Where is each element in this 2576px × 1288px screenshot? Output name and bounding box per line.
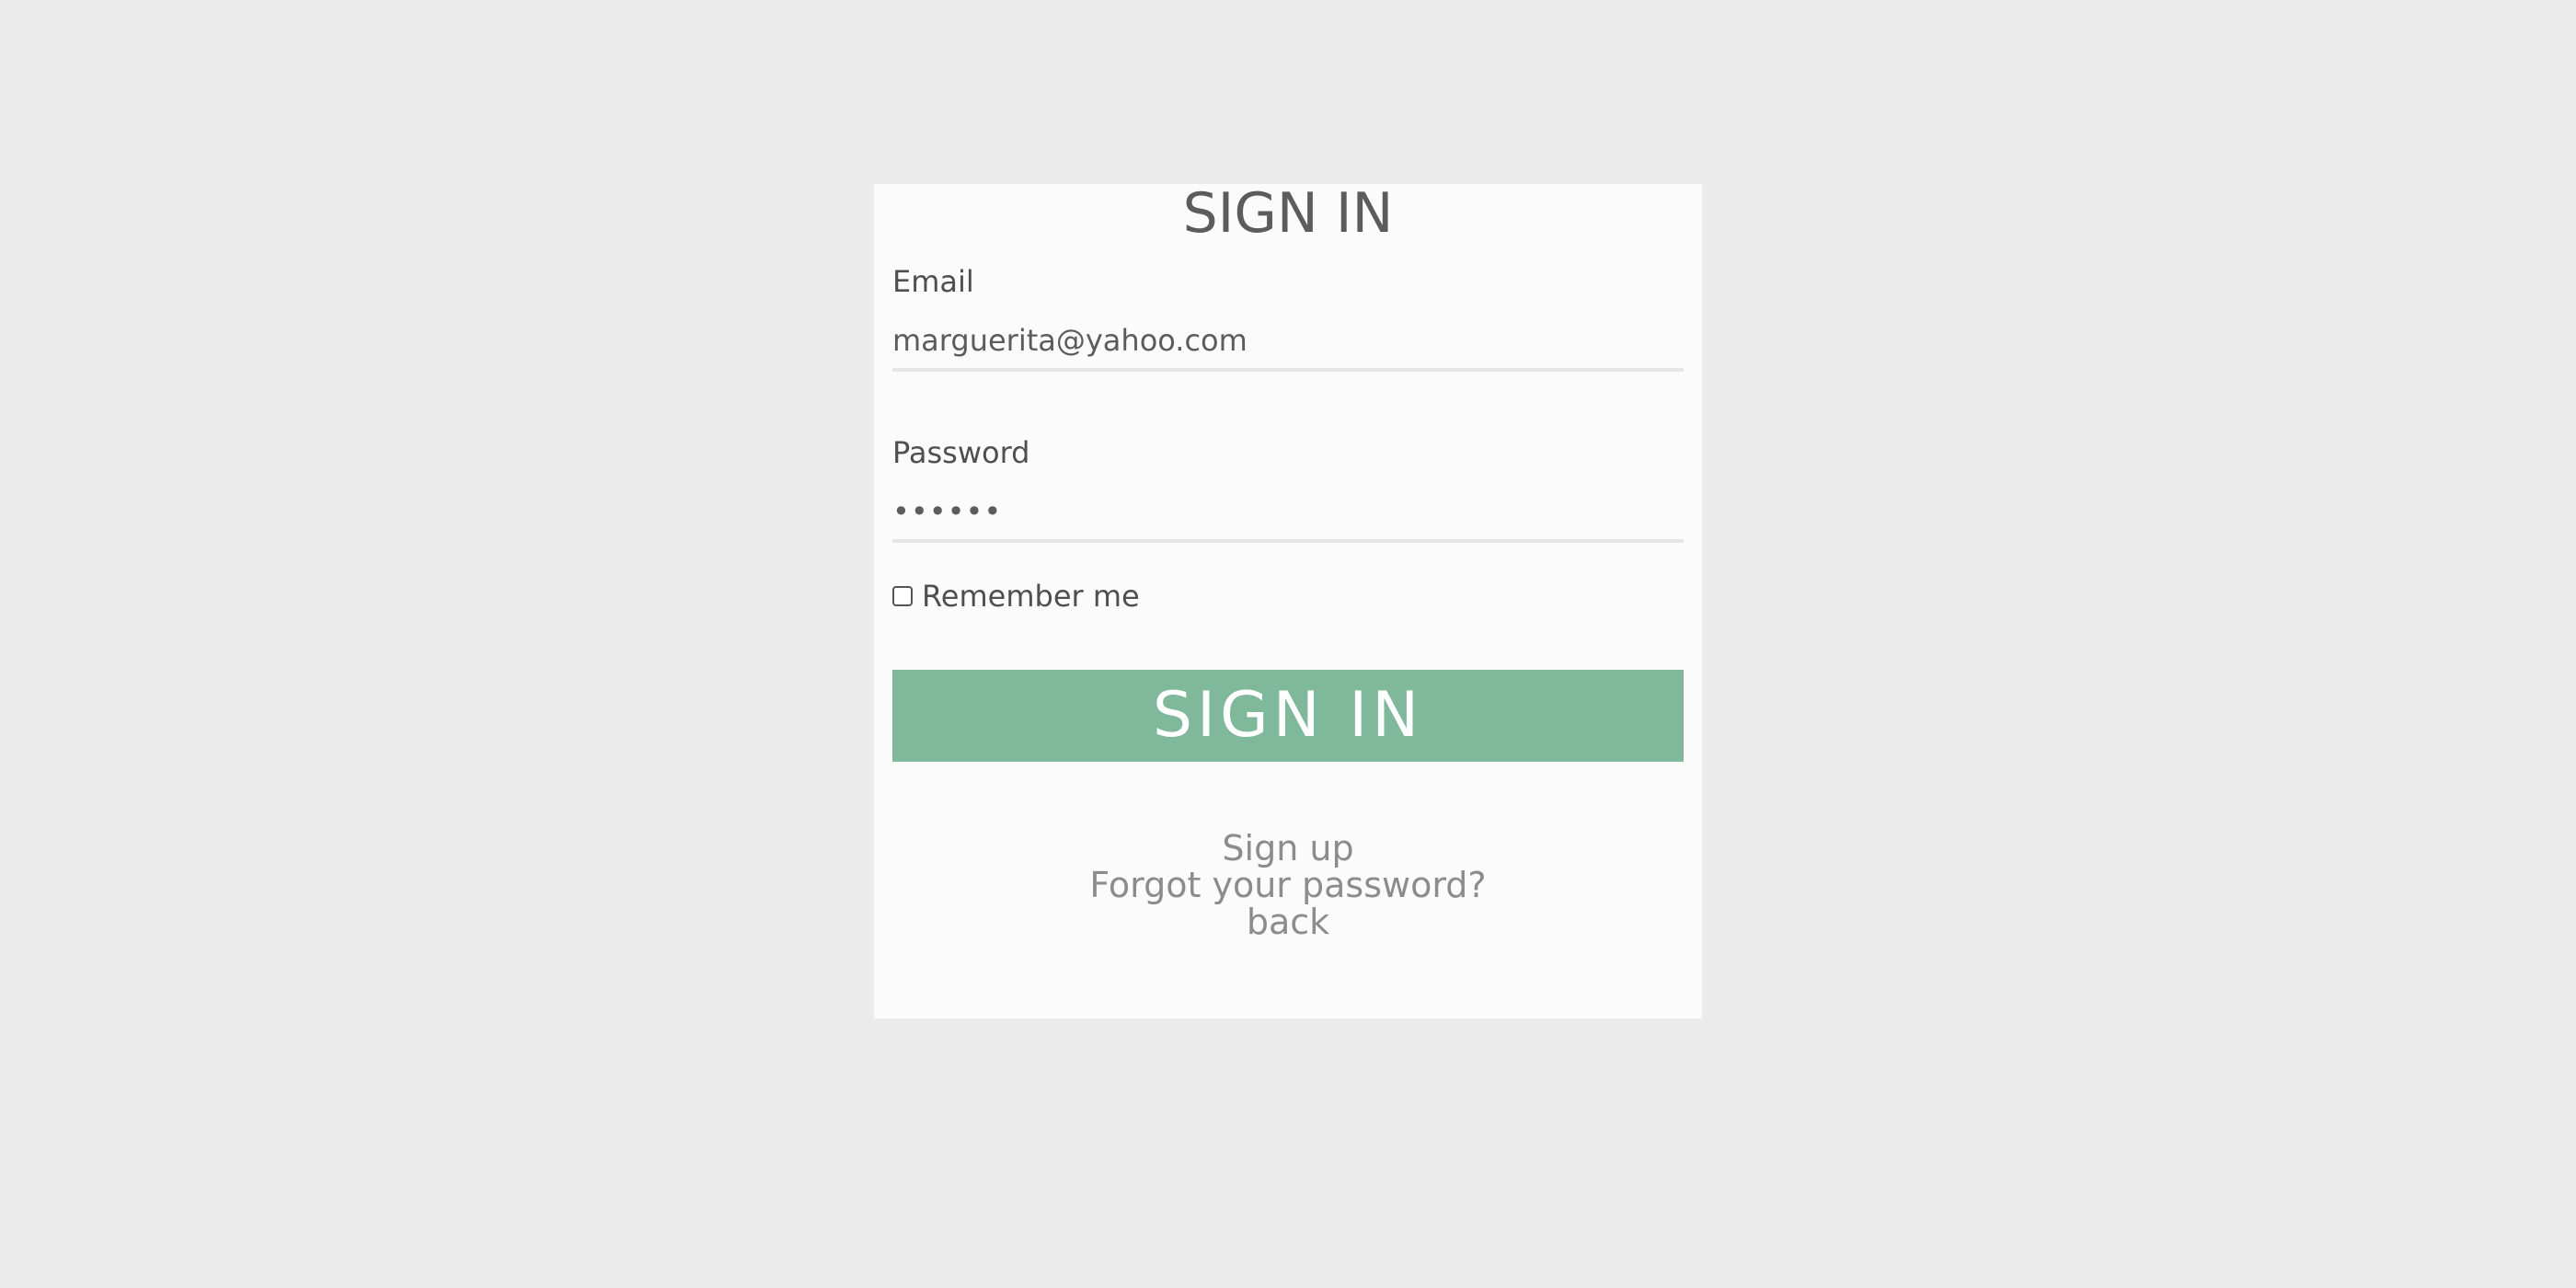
auth-links: Sign up Forgot your password? back xyxy=(874,830,1702,940)
sign-up-link[interactable]: Sign up xyxy=(874,830,1702,867)
remember-me-label[interactable]: Remember me xyxy=(922,578,1140,615)
email-input[interactable] xyxy=(892,313,1684,372)
page-title: SIGN IN xyxy=(1182,181,1394,246)
back-link[interactable]: back xyxy=(874,903,1702,940)
password-input[interactable] xyxy=(892,484,1684,543)
remember-me-row[interactable]: Remember me xyxy=(892,578,1140,615)
sign-in-button[interactable]: SIGN IN xyxy=(892,670,1684,762)
email-label: Email xyxy=(892,264,974,299)
remember-me-checkbox[interactable] xyxy=(892,586,913,606)
forgot-password-link[interactable]: Forgot your password? xyxy=(874,867,1702,903)
password-label: Password xyxy=(892,435,1030,470)
sign-in-card: SIGN IN Email Password Remember me SIGN … xyxy=(874,184,1702,1018)
